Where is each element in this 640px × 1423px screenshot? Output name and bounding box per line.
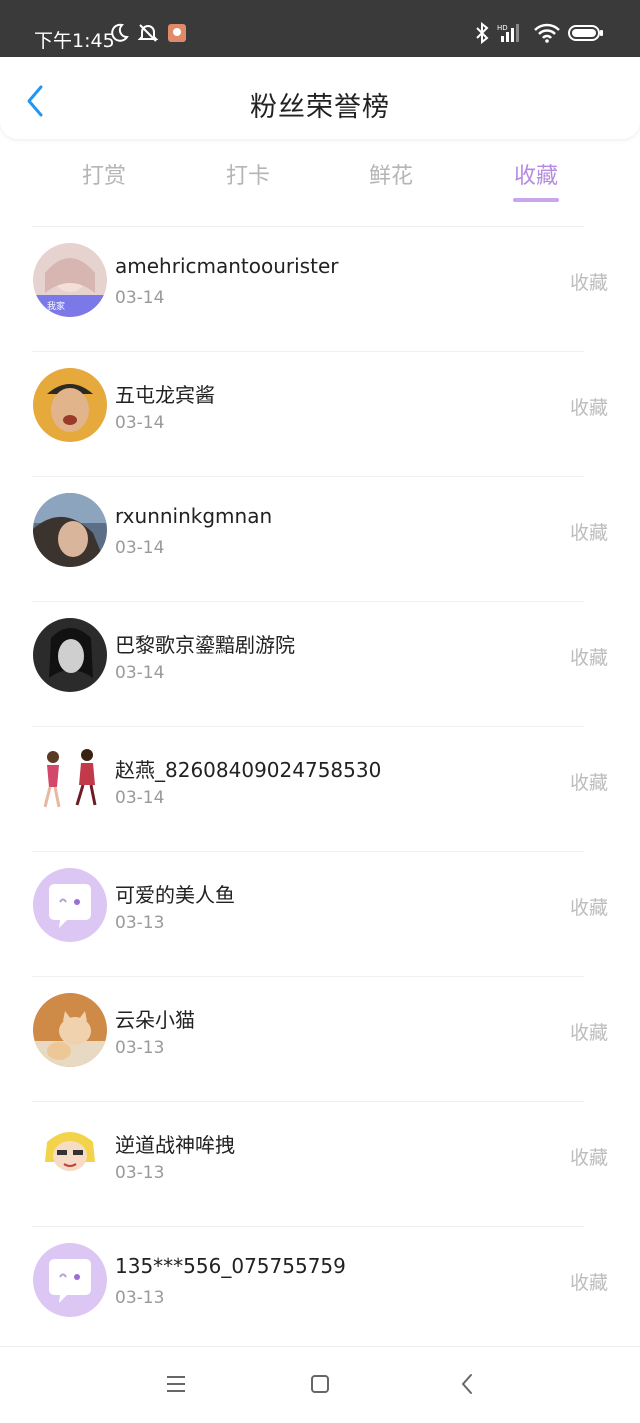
tab-flowers[interactable]: 鲜花 — [341, 158, 441, 190]
divider — [32, 1101, 584, 1102]
page-title: 粉丝荣誉榜 — [250, 92, 390, 123]
favorite-label: 收藏 — [569, 522, 608, 544]
battery-icon — [568, 22, 604, 44]
avatar[interactable] — [33, 368, 107, 442]
avatar[interactable] — [33, 618, 107, 692]
date: 03-13 — [115, 1038, 165, 1058]
date: 03-14 — [115, 413, 165, 433]
system-back-button[interactable] — [452, 1369, 482, 1399]
avatar[interactable] — [33, 1243, 107, 1317]
app-notification-icon — [166, 22, 188, 44]
user-name: amehricmantoourister — [115, 254, 339, 278]
status-time: 下午1:45 — [34, 30, 115, 52]
home-button[interactable] — [305, 1369, 335, 1399]
divider — [32, 476, 584, 477]
user-name: 巴黎歌京鎏黯剧游院 — [115, 633, 295, 657]
divider — [32, 726, 584, 727]
divider — [32, 1226, 584, 1227]
user-name: 云朵小猫 — [115, 1008, 195, 1032]
list-item[interactable]: 我家 amehricmantoourister 03-14 收藏 — [0, 226, 640, 351]
system-nav-bar — [0, 1346, 640, 1423]
tab-reward[interactable]: 打赏 — [54, 158, 154, 190]
list-item[interactable]: 135***556_075755759 03-13 收藏 — [0, 1226, 640, 1351]
back-chevron-icon — [462, 1374, 472, 1394]
avatar[interactable] — [33, 493, 107, 567]
favorite-label: 收藏 — [569, 1272, 608, 1294]
avatar[interactable] — [33, 993, 107, 1067]
avatar[interactable]: 我家 — [33, 243, 107, 317]
tab-checkin[interactable]: 打卡 — [198, 158, 298, 190]
list-item[interactable]: 五屯龙宾酱 03-14 收藏 — [0, 351, 640, 476]
list-item[interactable]: 逆道战神哞拽 03-13 收藏 — [0, 1101, 640, 1226]
list-item[interactable]: 可爱的美人鱼 03-13 收藏 — [0, 851, 640, 976]
user-name: 可爱的美人鱼 — [115, 883, 235, 907]
list-item[interactable]: 赵燕_82608409024758530 03-14 收藏 — [0, 726, 640, 851]
menu-button[interactable] — [161, 1369, 191, 1399]
user-name: 135***556_075755759 — [115, 1254, 346, 1278]
date: 03-13 — [115, 1288, 165, 1308]
avatar[interactable] — [33, 868, 107, 942]
status-bar: 下午1:45 HD — [0, 0, 640, 57]
divider — [32, 601, 584, 602]
bluetooth-icon — [471, 22, 493, 44]
favorite-label: 收藏 — [569, 272, 608, 294]
avatar[interactable] — [33, 1118, 107, 1192]
favorite-label: 收藏 — [569, 897, 608, 919]
divider — [32, 851, 584, 852]
favorite-label: 收藏 — [569, 647, 608, 669]
menu-icon — [167, 1376, 185, 1392]
list-item[interactable]: rxunninkgmnan 03-14 收藏 — [0, 476, 640, 601]
home-square-icon — [311, 1375, 329, 1393]
tab-bar: 打赏 打卡 鲜花 收藏 — [0, 140, 640, 210]
divider — [32, 976, 584, 977]
favorite-label: 收藏 — [569, 397, 608, 419]
avatar[interactable] — [33, 743, 107, 817]
favorite-label: 收藏 — [569, 1147, 608, 1169]
list-item[interactable]: 巴黎歌京鎏黯剧游院 03-14 收藏 — [0, 601, 640, 726]
user-name: 逆道战神哞拽 — [115, 1133, 235, 1157]
date: 03-14 — [115, 288, 165, 308]
hd-signal-icon: HD — [497, 22, 525, 44]
user-name: 赵燕_82608409024758530 — [115, 758, 382, 782]
user-name: 五屯龙宾酱 — [115, 383, 215, 407]
date: 03-13 — [115, 1163, 165, 1183]
date: 03-14 — [115, 788, 165, 808]
date: 03-14 — [115, 663, 165, 683]
favorite-label: 收藏 — [569, 1022, 608, 1044]
divider — [32, 351, 584, 352]
wifi-icon — [533, 22, 561, 44]
active-tab-indicator — [513, 198, 559, 202]
moon-icon — [108, 22, 130, 44]
list-item[interactable]: 云朵小猫 03-13 收藏 — [0, 976, 640, 1101]
svg-text:我家: 我家 — [47, 300, 65, 312]
header-bar: 粉丝荣誉榜 — [0, 57, 640, 139]
user-name: rxunninkgmnan — [115, 504, 273, 528]
svg-text:HD: HD — [497, 24, 508, 32]
divider — [32, 226, 584, 227]
date: 03-14 — [115, 538, 165, 558]
tab-favorites[interactable]: 收藏 — [486, 158, 586, 190]
date: 03-13 — [115, 913, 165, 933]
favorite-label: 收藏 — [569, 772, 608, 794]
bell-off-icon — [137, 22, 159, 44]
